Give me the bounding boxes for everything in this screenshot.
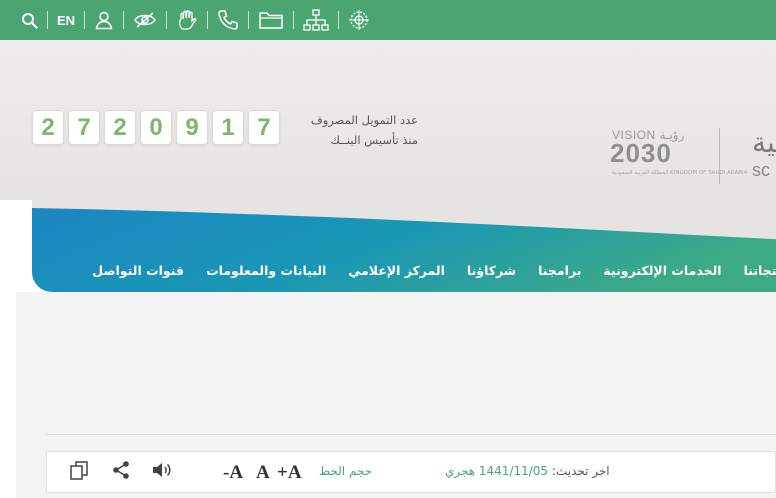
accessibility-vision-button[interactable] [124,0,166,40]
share-button[interactable] [111,460,131,484]
vision-sub-text: المملكة العربية السعودية KINGDOM OF SAUD… [612,170,748,176]
counter-label-line2: منذ تأسيس البنــك [330,133,418,147]
nav-item-media-center[interactable]: المركز الإعلامي [348,260,445,282]
font-decrease-button[interactable]: -A [223,462,243,484]
font-reset-button[interactable]: A [256,462,270,484]
documents-button[interactable] [249,0,293,40]
share-icon [113,461,129,479]
logo-divider [719,128,720,184]
sign-language-icon [179,10,197,30]
copy-button[interactable] [69,460,91,486]
emblem-icon [349,10,370,30]
nav-item-data-info[interactable]: البيانات والمعلومات [206,260,326,282]
nav-item-programs[interactable]: برامجنا [538,260,581,282]
last-update: اخر تحديث: 1441/11/05 هجري [445,464,610,478]
counter-digit: 9 [176,110,208,145]
font-size-label: حجم الخط [319,464,373,478]
page-tools-bar: -A A +A حجم الخط اخر تحديث: 1441/11/05 ه… [46,451,776,493]
language-toggle[interactable]: EN [48,0,84,40]
nav-item-partners[interactable]: شركاؤنا [467,260,516,282]
nav-item-contact-channels[interactable]: قنوات التواصل [92,260,184,282]
search-button[interactable] [12,0,47,40]
last-update-date: 1441/11/05 هجري [445,464,549,478]
counter-digit: 7 [68,110,100,145]
login-button[interactable] [85,0,123,40]
content-divider [46,434,776,435]
sitemap-icon [303,9,329,31]
user-icon [95,11,113,30]
language-label: EN [57,12,76,28]
speaker-icon [153,463,171,477]
counter-label: عدد التمويل المصروف منذ تأسيس البنــك [300,110,418,150]
phone-icon [218,10,238,30]
nav-item-products[interactable]: منتجاتنا [744,260,776,282]
nav-item-e-services[interactable]: الخدمات الإلكترونية [603,260,721,282]
main-navigation: ا منتجاتنا الخدمات الإلكترونية برامجنا ش… [32,200,776,292]
last-update-label: اخر تحديث: [551,464,610,478]
eye-slash-icon [134,12,156,28]
brand-logo-english[interactable]: sc [752,160,770,181]
search-icon [22,12,38,29]
contact-button[interactable] [208,0,248,40]
sitemap-button[interactable] [294,0,338,40]
sign-language-button[interactable] [167,0,207,40]
counter-label-line1: عدد التمويل المصروف [310,113,418,127]
font-increase-button[interactable]: +A [277,462,302,484]
funding-counter: 2 7 2 0 9 1 7 [32,110,280,145]
counter-digit: 1 [212,110,244,145]
vision-year: 2030 [610,138,672,168]
counter-digit: 2 [32,110,64,145]
vision-2030-logo[interactable]: VISION رؤيـة 2030 المملكة العربية السعود… [608,128,747,184]
brand-logo-arabic[interactable]: بية [752,126,776,159]
nav-menu: ا منتجاتنا الخدمات الإلكترونية برامجنا ش… [72,260,776,282]
folder-icon [259,12,283,29]
counter-digit: 7 [248,110,280,145]
top-toolbar: EN [0,0,776,40]
counter-digit: 0 [140,110,172,145]
copy-icon [70,461,88,480]
government-link[interactable] [339,0,379,40]
counter-digit: 2 [104,110,136,145]
listen-button[interactable] [151,460,173,484]
